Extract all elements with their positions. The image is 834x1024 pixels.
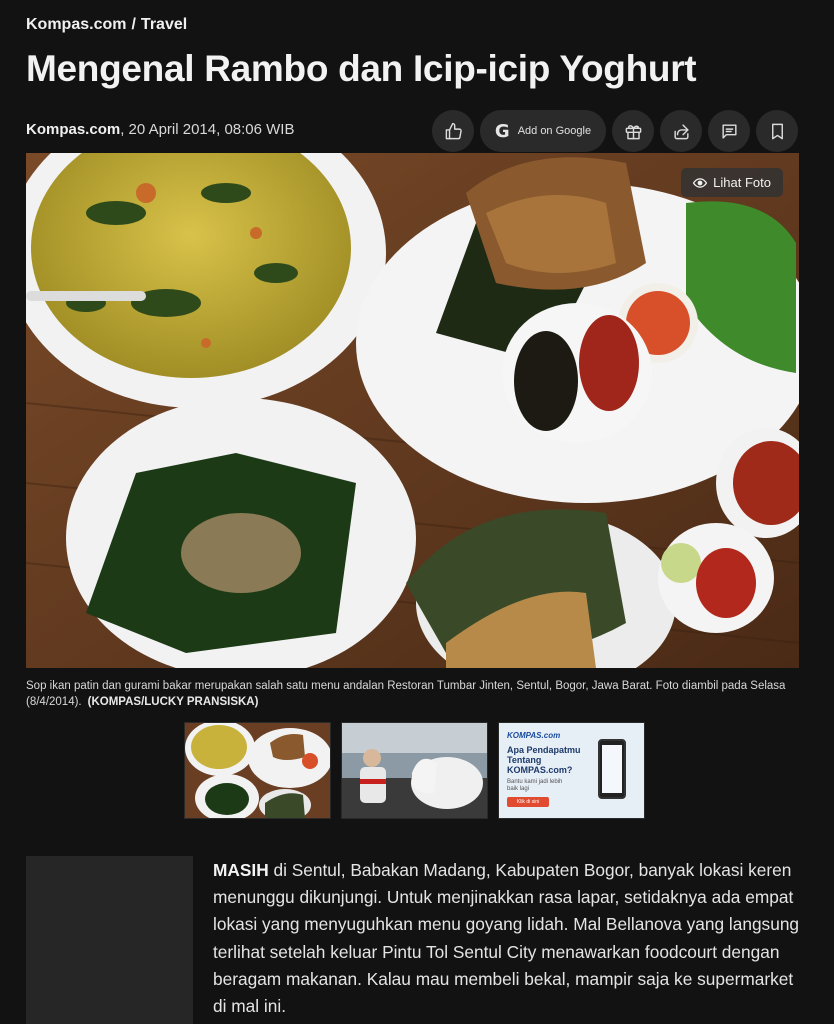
breadcrumb-site-link[interactable]: Kompas.com xyxy=(26,16,126,34)
article-lead-word: MASIH xyxy=(213,860,269,880)
share-icon xyxy=(673,123,689,139)
thumbnail-ad-survey[interactable]: KOMPAS.com Apa Pendapatmu Tentang KOMPAS… xyxy=(498,722,645,819)
breadcrumb: Kompas.com / Travel xyxy=(26,16,187,34)
breadcrumb-section-link[interactable]: Travel xyxy=(141,16,187,34)
food-thumbnail-image xyxy=(185,723,330,818)
view-photo-button[interactable]: Lihat Foto xyxy=(681,168,783,197)
page-title: Mengenal Rambo dan Icip-icip Yoghurt xyxy=(26,48,697,89)
food-photo-illustration xyxy=(26,153,799,668)
meta-date: 20 April 2014, 08:06 WIB xyxy=(128,121,295,138)
breadcrumb-separator: / xyxy=(131,16,136,33)
ad-subtitle: Bantu kami jadi lebih baik lagi xyxy=(507,779,563,792)
article-meta: Kompas.com, 20 April 2014, 08:06 WIB xyxy=(26,121,295,138)
article-body: MASIH di Sentul, Babakan Madang, Kabupat… xyxy=(213,857,807,1020)
bookmark-button[interactable] xyxy=(756,110,798,152)
article-actions: G Add on Google xyxy=(432,110,798,152)
horse-thumbnail-image xyxy=(342,723,487,818)
hero-photo[interactable]: Lihat Foto xyxy=(26,153,799,668)
google-icon: G xyxy=(494,120,510,142)
thumbnail-food[interactable] xyxy=(184,722,331,819)
eye-icon xyxy=(693,177,708,188)
thumbs-up-icon xyxy=(445,122,462,139)
photo-thumbnails: KOMPAS.com Apa Pendapatmu Tentang KOMPAS… xyxy=(184,722,645,819)
phone-illustration xyxy=(598,739,626,799)
share-button[interactable] xyxy=(660,110,702,152)
ad-title: Apa Pendapatmu Tentang KOMPAS.com? xyxy=(507,745,581,775)
comment-button[interactable] xyxy=(708,110,750,152)
caption-credit: (KOMPAS/LUCKY PRANSISKA) xyxy=(87,696,259,708)
add-on-google-label: Add on Google xyxy=(517,125,592,137)
gift-button[interactable] xyxy=(612,110,654,152)
ad-button[interactable]: Klik di sini xyxy=(507,797,549,807)
ad-logo: KOMPAS.com xyxy=(507,731,561,740)
gift-icon xyxy=(625,124,641,139)
add-on-google-button[interactable]: G Add on Google xyxy=(480,110,606,152)
sidebar-placeholder xyxy=(26,856,193,1024)
photo-caption: Sop ikan patin dan gurami bakar merupaka… xyxy=(26,678,786,710)
like-button[interactable] xyxy=(432,110,474,152)
thumbnail-horse[interactable] xyxy=(341,722,488,819)
meta-source: Kompas.com xyxy=(26,121,121,138)
bookmark-icon xyxy=(771,123,783,139)
view-photo-label: Lihat Foto xyxy=(713,175,771,190)
article-paragraph: di Sentul, Babakan Madang, Kabupaten Bog… xyxy=(213,860,800,1017)
comment-icon xyxy=(721,123,737,139)
